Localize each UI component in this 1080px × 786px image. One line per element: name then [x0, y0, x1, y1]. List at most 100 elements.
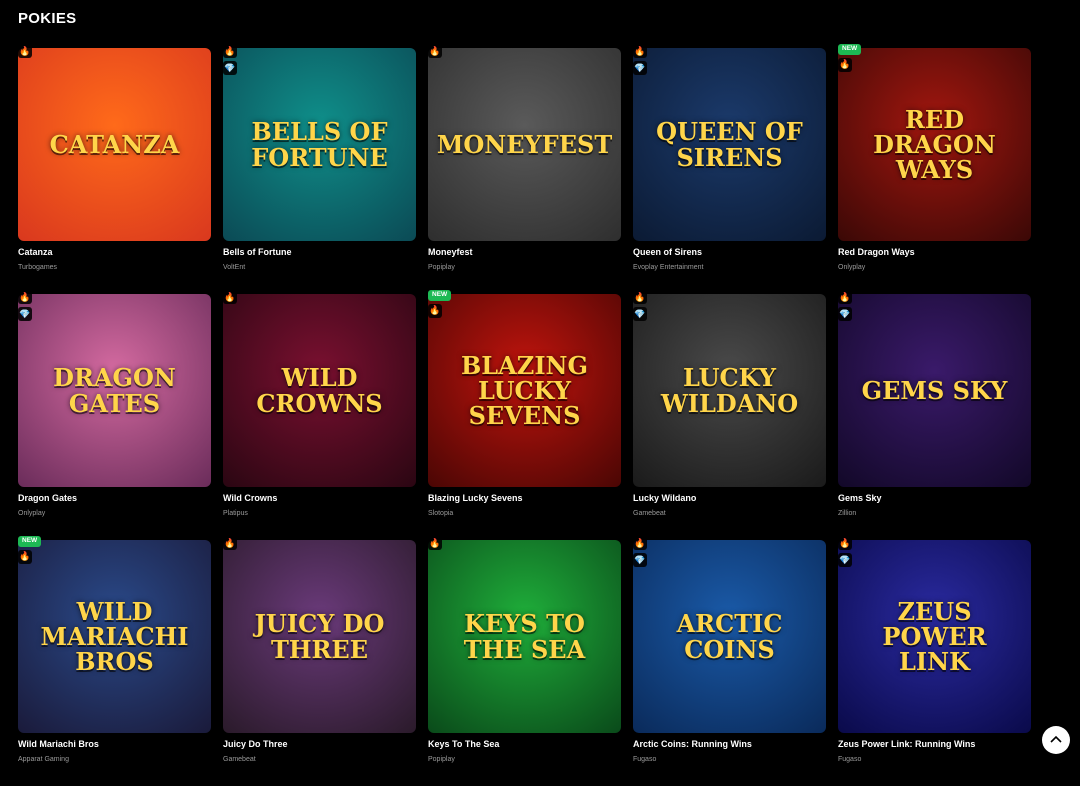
games-grid: Catanza 🔥 Catanza Turbogames Bells of Fortun… [18, 44, 1031, 786]
game-artwork: Lucky Wildano [633, 294, 826, 487]
game-thumbnail[interactable]: Moneyfest [428, 48, 621, 241]
fire-icon: 🔥 [223, 290, 237, 304]
game-card[interactable]: Queen of Sirens 🔥 💎 Queen of Sirens Evoplay … [633, 44, 826, 294]
fire-icon: 🔥 [18, 44, 32, 58]
game-thumbnail[interactable]: Dragon Gates [18, 294, 211, 487]
game-provider: Popiplay [428, 756, 455, 763]
game-card[interactable]: Catanza 🔥 Catanza Turbogames [18, 44, 211, 294]
game-name[interactable]: Gems Sky [838, 493, 1031, 503]
game-logo-text: Lucky Wildano [660, 363, 799, 418]
game-card[interactable]: Wild Mariachi Bros NEW 🔥 Wild Mariachi Bros… [18, 536, 211, 786]
game-thumbnail[interactable]: Wild Crowns [223, 294, 416, 487]
game-name[interactable]: Queen of Sirens [633, 247, 826, 257]
game-card[interactable]: Juicy Do Three 🔥 Juicy Do Three Gamebeat [223, 536, 416, 786]
gem-icon: 💎 [838, 307, 852, 321]
game-provider: Zillion [838, 510, 857, 517]
game-logo-text: Gems Sky [861, 375, 1008, 405]
game-provider: Gamebeat [223, 756, 256, 763]
game-provider: Onlyplay [838, 264, 866, 271]
chevron-up-icon [1050, 735, 1062, 743]
game-thumbnail[interactable]: Arctic Coins [633, 540, 826, 733]
game-thumbnail[interactable]: Red Dragon Ways [838, 48, 1031, 241]
game-name[interactable]: Catanza [18, 247, 211, 257]
game-badges: 🔥 💎 [633, 536, 647, 567]
gem-icon: 💎 [633, 307, 647, 321]
game-thumbnail[interactable]: Juicy Do Three [223, 540, 416, 733]
game-badges: 🔥 [428, 44, 442, 58]
fire-icon: 🔥 [428, 536, 442, 550]
game-artwork: Wild Mariachi Bros [18, 540, 211, 733]
game-card[interactable]: Wild Crowns 🔥 Wild Crowns Platipus [223, 290, 416, 540]
game-logo-text: Keys to the Sea [463, 609, 586, 664]
game-provider: Fugaso [633, 756, 657, 763]
game-logo-text: Blazing Lucky Sevens [461, 350, 588, 431]
fire-icon: 🔥 [838, 57, 852, 72]
game-logo-text: Zeus Power Link [882, 596, 987, 677]
game-artwork: Bells of Fortune [223, 48, 416, 241]
game-thumbnail[interactable]: Gems Sky [838, 294, 1031, 487]
game-name[interactable]: Bells of Fortune [223, 247, 416, 257]
game-badges: NEW 🔥 [428, 290, 452, 318]
game-logo-text: Wild Mariachi Bros [40, 596, 189, 677]
fire-icon: 🔥 [428, 303, 442, 318]
game-name[interactable]: Keys To The Sea [428, 739, 621, 749]
game-card[interactable]: Arctic Coins 🔥 💎 Arctic Coins: Running Wins… [633, 536, 826, 786]
fire-icon: 🔥 [428, 44, 442, 58]
game-name[interactable]: Wild Crowns [223, 493, 416, 503]
game-name[interactable]: Red Dragon Ways [838, 247, 1031, 257]
game-card[interactable]: Red Dragon Ways NEW 🔥 Red Dragon Ways Onlypl… [838, 44, 1031, 294]
game-logo-text: Arctic Coins [676, 609, 783, 664]
game-provider: Fugaso [838, 756, 862, 763]
scroll-to-top-button[interactable] [1042, 726, 1070, 754]
game-badges: 🔥 [223, 290, 237, 304]
game-name[interactable]: Moneyfest [428, 247, 621, 257]
game-thumbnail[interactable]: Blazing Lucky Sevens [428, 294, 621, 487]
game-thumbnail[interactable]: Lucky Wildano [633, 294, 826, 487]
gem-icon: 💎 [633, 61, 647, 75]
fire-icon: 🔥 [18, 290, 32, 304]
game-card[interactable]: Moneyfest 🔥 Moneyfest Popiplay [428, 44, 621, 294]
game-badges: 🔥 💎 [18, 290, 32, 321]
game-name[interactable]: Wild Mariachi Bros [18, 739, 211, 749]
game-logo-text: Red Dragon Ways [873, 104, 996, 185]
game-artwork: Arctic Coins [633, 540, 826, 733]
game-thumbnail[interactable]: Zeus Power Link [838, 540, 1031, 733]
game-artwork: Gems Sky [838, 294, 1031, 487]
game-badges: 🔥 💎 [633, 44, 647, 75]
gem-icon: 💎 [18, 307, 32, 321]
game-thumbnail[interactable]: Bells of Fortune [223, 48, 416, 241]
new-badge: NEW [18, 536, 42, 547]
fire-icon: 🔥 [633, 536, 647, 550]
fire-icon: 🔥 [223, 536, 237, 550]
game-card[interactable]: Blazing Lucky Sevens NEW 🔥 Blazing Lucky Se… [428, 290, 621, 540]
game-name[interactable]: Juicy Do Three [223, 739, 416, 749]
game-thumbnail[interactable]: Catanza [18, 48, 211, 241]
game-name[interactable]: Blazing Lucky Sevens [428, 493, 621, 503]
game-card[interactable]: Bells of Fortune 🔥 💎 Bells of Fortune VoltEn… [223, 44, 416, 294]
game-badges: 🔥 [18, 44, 32, 58]
game-provider: Slotopia [428, 510, 454, 517]
game-name[interactable]: Arctic Coins: Running Wins [633, 739, 826, 749]
game-artwork: Red Dragon Ways [838, 48, 1031, 241]
game-artwork: Keys to the Sea [428, 540, 621, 733]
game-provider: Gamebeat [633, 510, 666, 517]
game-card[interactable]: Keys to the Sea 🔥 Keys To The Sea Popiplay [428, 536, 621, 786]
game-badges: 🔥 [428, 536, 442, 550]
game-card[interactable]: Gems Sky 🔥 💎 Gems Sky Zillion [838, 290, 1031, 540]
game-badges: 🔥 💎 [838, 290, 852, 321]
game-name[interactable]: Lucky Wildano [633, 493, 826, 503]
game-artwork: Dragon Gates [18, 294, 211, 487]
game-thumbnail[interactable]: Queen of Sirens [633, 48, 826, 241]
game-name[interactable]: Zeus Power Link: Running Wins [838, 739, 1031, 749]
game-card[interactable]: Dragon Gates 🔥 💎 Dragon Gates Onlyplay [18, 290, 211, 540]
game-badges: 🔥 [223, 536, 237, 550]
game-thumbnail[interactable]: Keys to the Sea [428, 540, 621, 733]
game-card[interactable]: Lucky Wildano 🔥 💎 Lucky Wildano Gamebeat [633, 290, 826, 540]
new-badge: NEW [838, 44, 862, 55]
game-badges: 🔥 💎 [838, 536, 852, 567]
game-thumbnail[interactable]: Wild Mariachi Bros [18, 540, 211, 733]
game-artwork: Queen of Sirens [633, 48, 826, 241]
game-name[interactable]: Dragon Gates [18, 493, 211, 503]
game-card[interactable]: Zeus Power Link 🔥 💎 Zeus Power Link: Runnin… [838, 536, 1031, 786]
game-badges: NEW 🔥 [838, 44, 862, 72]
